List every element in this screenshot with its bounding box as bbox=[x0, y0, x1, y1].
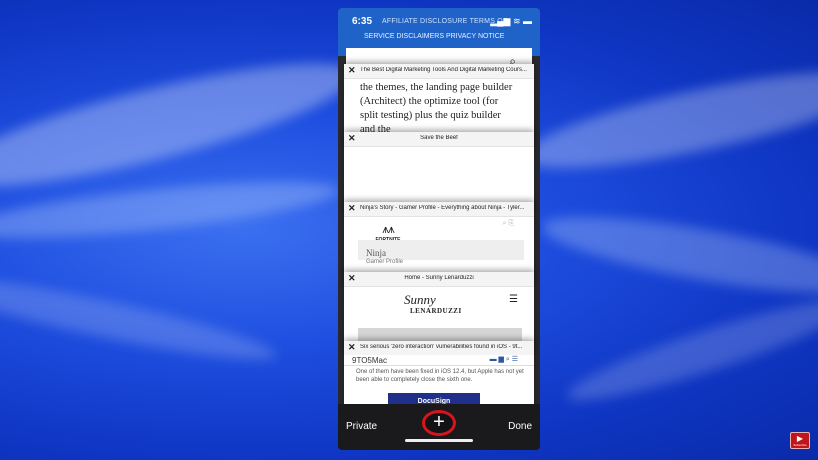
tab-switcher-toolbar: Private + Done bbox=[338, 404, 540, 450]
wallpaper-swoosh bbox=[0, 262, 280, 374]
tab-card-header: ✕ Ninja's Story - Gamer Profile - Everyt… bbox=[344, 202, 534, 217]
subscribe-watermark[interactable]: ▶ Subscribe bbox=[790, 432, 810, 449]
profile-subheading: Gamer Profile bbox=[366, 259, 404, 265]
private-button[interactable]: Private bbox=[346, 421, 377, 432]
tab-card-header: ✕ Home - Sunny Lenarduzzi bbox=[344, 272, 534, 287]
wallpaper-swoosh bbox=[538, 201, 818, 309]
subscribe-label: Subscribe bbox=[793, 443, 807, 447]
site-brand: 9TO5Mac bbox=[352, 356, 387, 365]
tab-title: Ninja's Story - Gamer Profile - Everythi… bbox=[360, 205, 525, 211]
close-tab-icon[interactable]: ✕ bbox=[348, 342, 356, 353]
wallpaper-swoosh bbox=[0, 170, 342, 250]
status-time: 6:35 bbox=[352, 16, 373, 27]
home-indicator bbox=[405, 439, 473, 442]
done-button[interactable]: Done bbox=[508, 421, 532, 432]
tab-title: The Best Digital Marketing Tools And Dig… bbox=[360, 67, 527, 73]
tab-card-header: ✕ Six serious 'zero interaction' vulnera… bbox=[344, 341, 534, 356]
tab-title: Six serious 'zero interaction' vulnerabi… bbox=[360, 344, 523, 350]
site-nav-links: AFFILIATE DISCLOSURE TERMS OF bbox=[382, 18, 508, 25]
article-excerpt: One of them have been fixed in iOS 12.4,… bbox=[356, 369, 524, 383]
site-logo: Sunny bbox=[404, 292, 436, 307]
site-nav-icons: ▬ ▆ ⌕ ☰ bbox=[489, 356, 518, 363]
site-logo-subtitle: LENARDUZZI bbox=[410, 307, 462, 315]
phone-screen: 6:35 AFFILIATE DISCLOSURE TERMS OF SERVI… bbox=[338, 8, 540, 450]
tab-card-header: ✕ The Best Digital Marketing Tools And D… bbox=[344, 64, 534, 79]
play-icon: ▶ bbox=[796, 434, 804, 443]
close-tab-icon[interactable]: ✕ bbox=[348, 65, 356, 76]
tab-preview-text: the themes, the landing page builder (Ar… bbox=[360, 82, 513, 135]
tab-title: Home - Sunny Lenarduzzi bbox=[404, 275, 474, 281]
site-nav-links-secondary: SERVICE DISCLAIMERS PRIVACY NOTICE bbox=[364, 33, 505, 40]
search-icon: ⌕ ⎘ bbox=[502, 220, 514, 227]
signal-wifi-battery-icon: ▂▄▆ ≋ ▬ bbox=[490, 16, 532, 26]
hamburger-menu-icon: ☰ bbox=[509, 294, 518, 305]
wallpaper-swoosh bbox=[561, 284, 818, 416]
profile-heading: Ninja bbox=[366, 248, 386, 258]
wallpaper-swoosh bbox=[517, 53, 818, 187]
tab-card-header: ✕ Save the Beef bbox=[344, 132, 534, 147]
close-tab-icon[interactable]: ✕ bbox=[348, 203, 356, 214]
tab-title: Save the Beef bbox=[420, 135, 458, 141]
new-tab-button[interactable]: + bbox=[422, 410, 456, 436]
